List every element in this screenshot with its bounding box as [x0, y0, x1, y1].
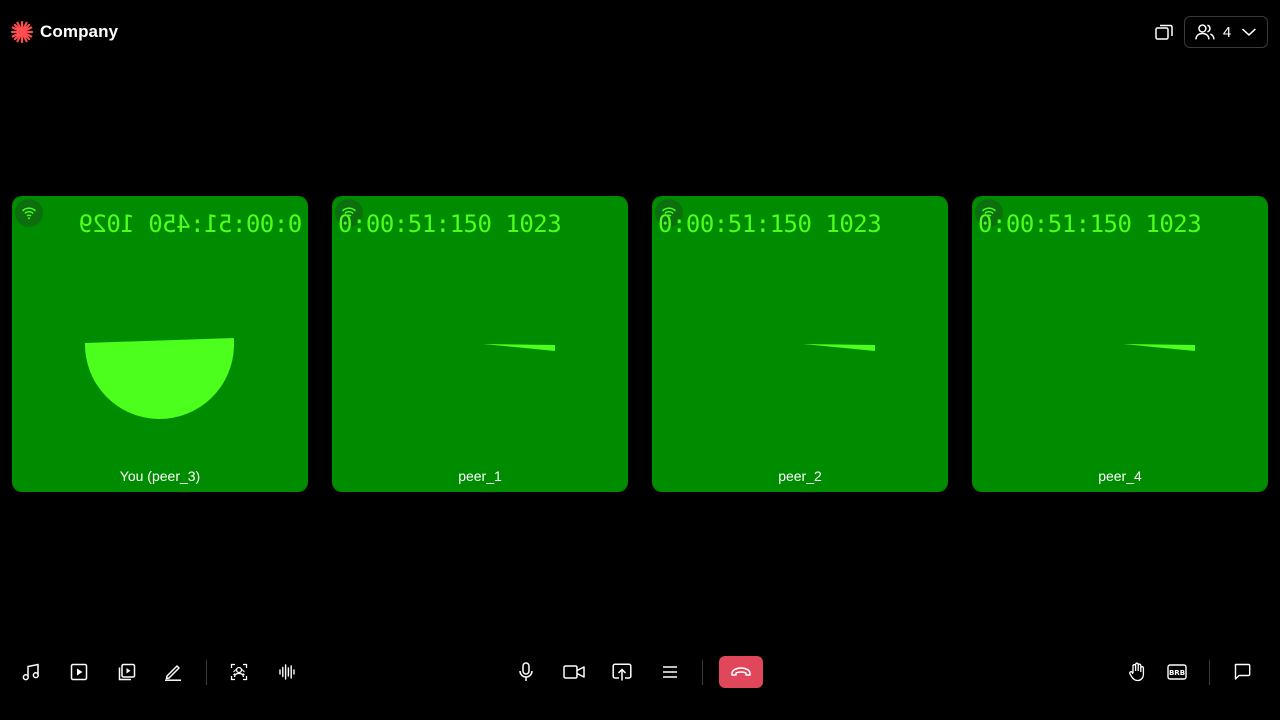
network-quality-icon: [15, 199, 43, 227]
participant-name: You (peer_3): [119, 468, 201, 484]
virtual-background-button[interactable]: [224, 656, 254, 688]
chevron-down-icon: [1242, 28, 1257, 36]
participant-name: peer_2: [778, 468, 822, 484]
virtual-background-icon: [230, 663, 248, 681]
participants-count: 4: [1222, 23, 1232, 41]
toolbar-divider: [206, 660, 207, 685]
video-frame-shape: [84, 338, 234, 419]
raise-hand-icon: [1129, 662, 1145, 682]
layout-toggle-button[interactable]: [1151, 20, 1177, 44]
chat-button[interactable]: [1227, 656, 1257, 688]
video-tile-peer[interactable]: 0:00:51:150 1023 peer_4: [972, 196, 1268, 492]
music-button[interactable]: [16, 656, 46, 688]
video-tile-peer[interactable]: 0:00:51:150 1023 peer_1: [332, 196, 628, 492]
participants-button[interactable]: 4: [1184, 16, 1268, 48]
video-timecode: 0:00:51:450 1029: [78, 210, 302, 238]
whiteboard-button[interactable]: [158, 656, 188, 688]
microphone-button[interactable]: [511, 656, 541, 688]
video-tile-peer[interactable]: 0:00:51:150 1023 peer_2: [652, 196, 948, 492]
leave-call-button[interactable]: [719, 656, 763, 688]
raise-hand-button[interactable]: [1122, 656, 1152, 688]
video-timecode: 0:00:51:150 1023: [338, 210, 562, 238]
layout-icon: [1155, 24, 1173, 40]
video-tile-self[interactable]: 0:00:51:450 1029 You (peer_3): [12, 196, 308, 492]
video-frame-shape: [483, 344, 555, 351]
brand-logo: Company: [10, 20, 118, 44]
participant-name: peer_4: [1098, 468, 1142, 484]
video-timecode: 0:00:51:150 1023: [658, 210, 882, 238]
media-playlist-icon: [118, 663, 136, 681]
brb-button[interactable]: BRB: [1162, 656, 1192, 688]
svg-text:BRB: BRB: [1169, 669, 1185, 677]
audio-waveform-icon: [279, 664, 295, 680]
video-timecode: 0:00:51:150 1023: [978, 210, 1202, 238]
noise-suppression-button[interactable]: [272, 656, 302, 688]
more-options-button[interactable]: [655, 656, 685, 688]
media-playlist-button[interactable]: [112, 656, 142, 688]
screen-share-icon: [612, 663, 632, 681]
participant-name: peer_1: [458, 468, 502, 484]
brand-logo-icon: [10, 20, 34, 44]
toolbar-divider: [1209, 660, 1210, 685]
brand-name: Company: [40, 22, 119, 41]
leave-call-icon: [731, 667, 751, 676]
people-icon: [1195, 24, 1215, 40]
microphone-icon: [519, 662, 533, 681]
video-play-button[interactable]: [64, 656, 94, 688]
video-frame-shape: [1123, 344, 1195, 351]
brb-icon: BRB: [1167, 664, 1187, 680]
video-frame-shape: [803, 344, 875, 351]
toolbar-divider: [702, 660, 703, 685]
camera-icon: [563, 665, 585, 679]
pen-icon: [165, 665, 181, 681]
menu-icon: [663, 666, 677, 678]
chat-icon: [1234, 663, 1251, 680]
video-call-app: Company 4 0:00:51:450 1029 You (peer_3) …: [0, 0, 1280, 720]
video-play-icon: [70, 663, 88, 681]
music-icon: [22, 663, 39, 681]
screen-share-button[interactable]: [607, 656, 637, 688]
camera-button[interactable]: [560, 656, 588, 688]
